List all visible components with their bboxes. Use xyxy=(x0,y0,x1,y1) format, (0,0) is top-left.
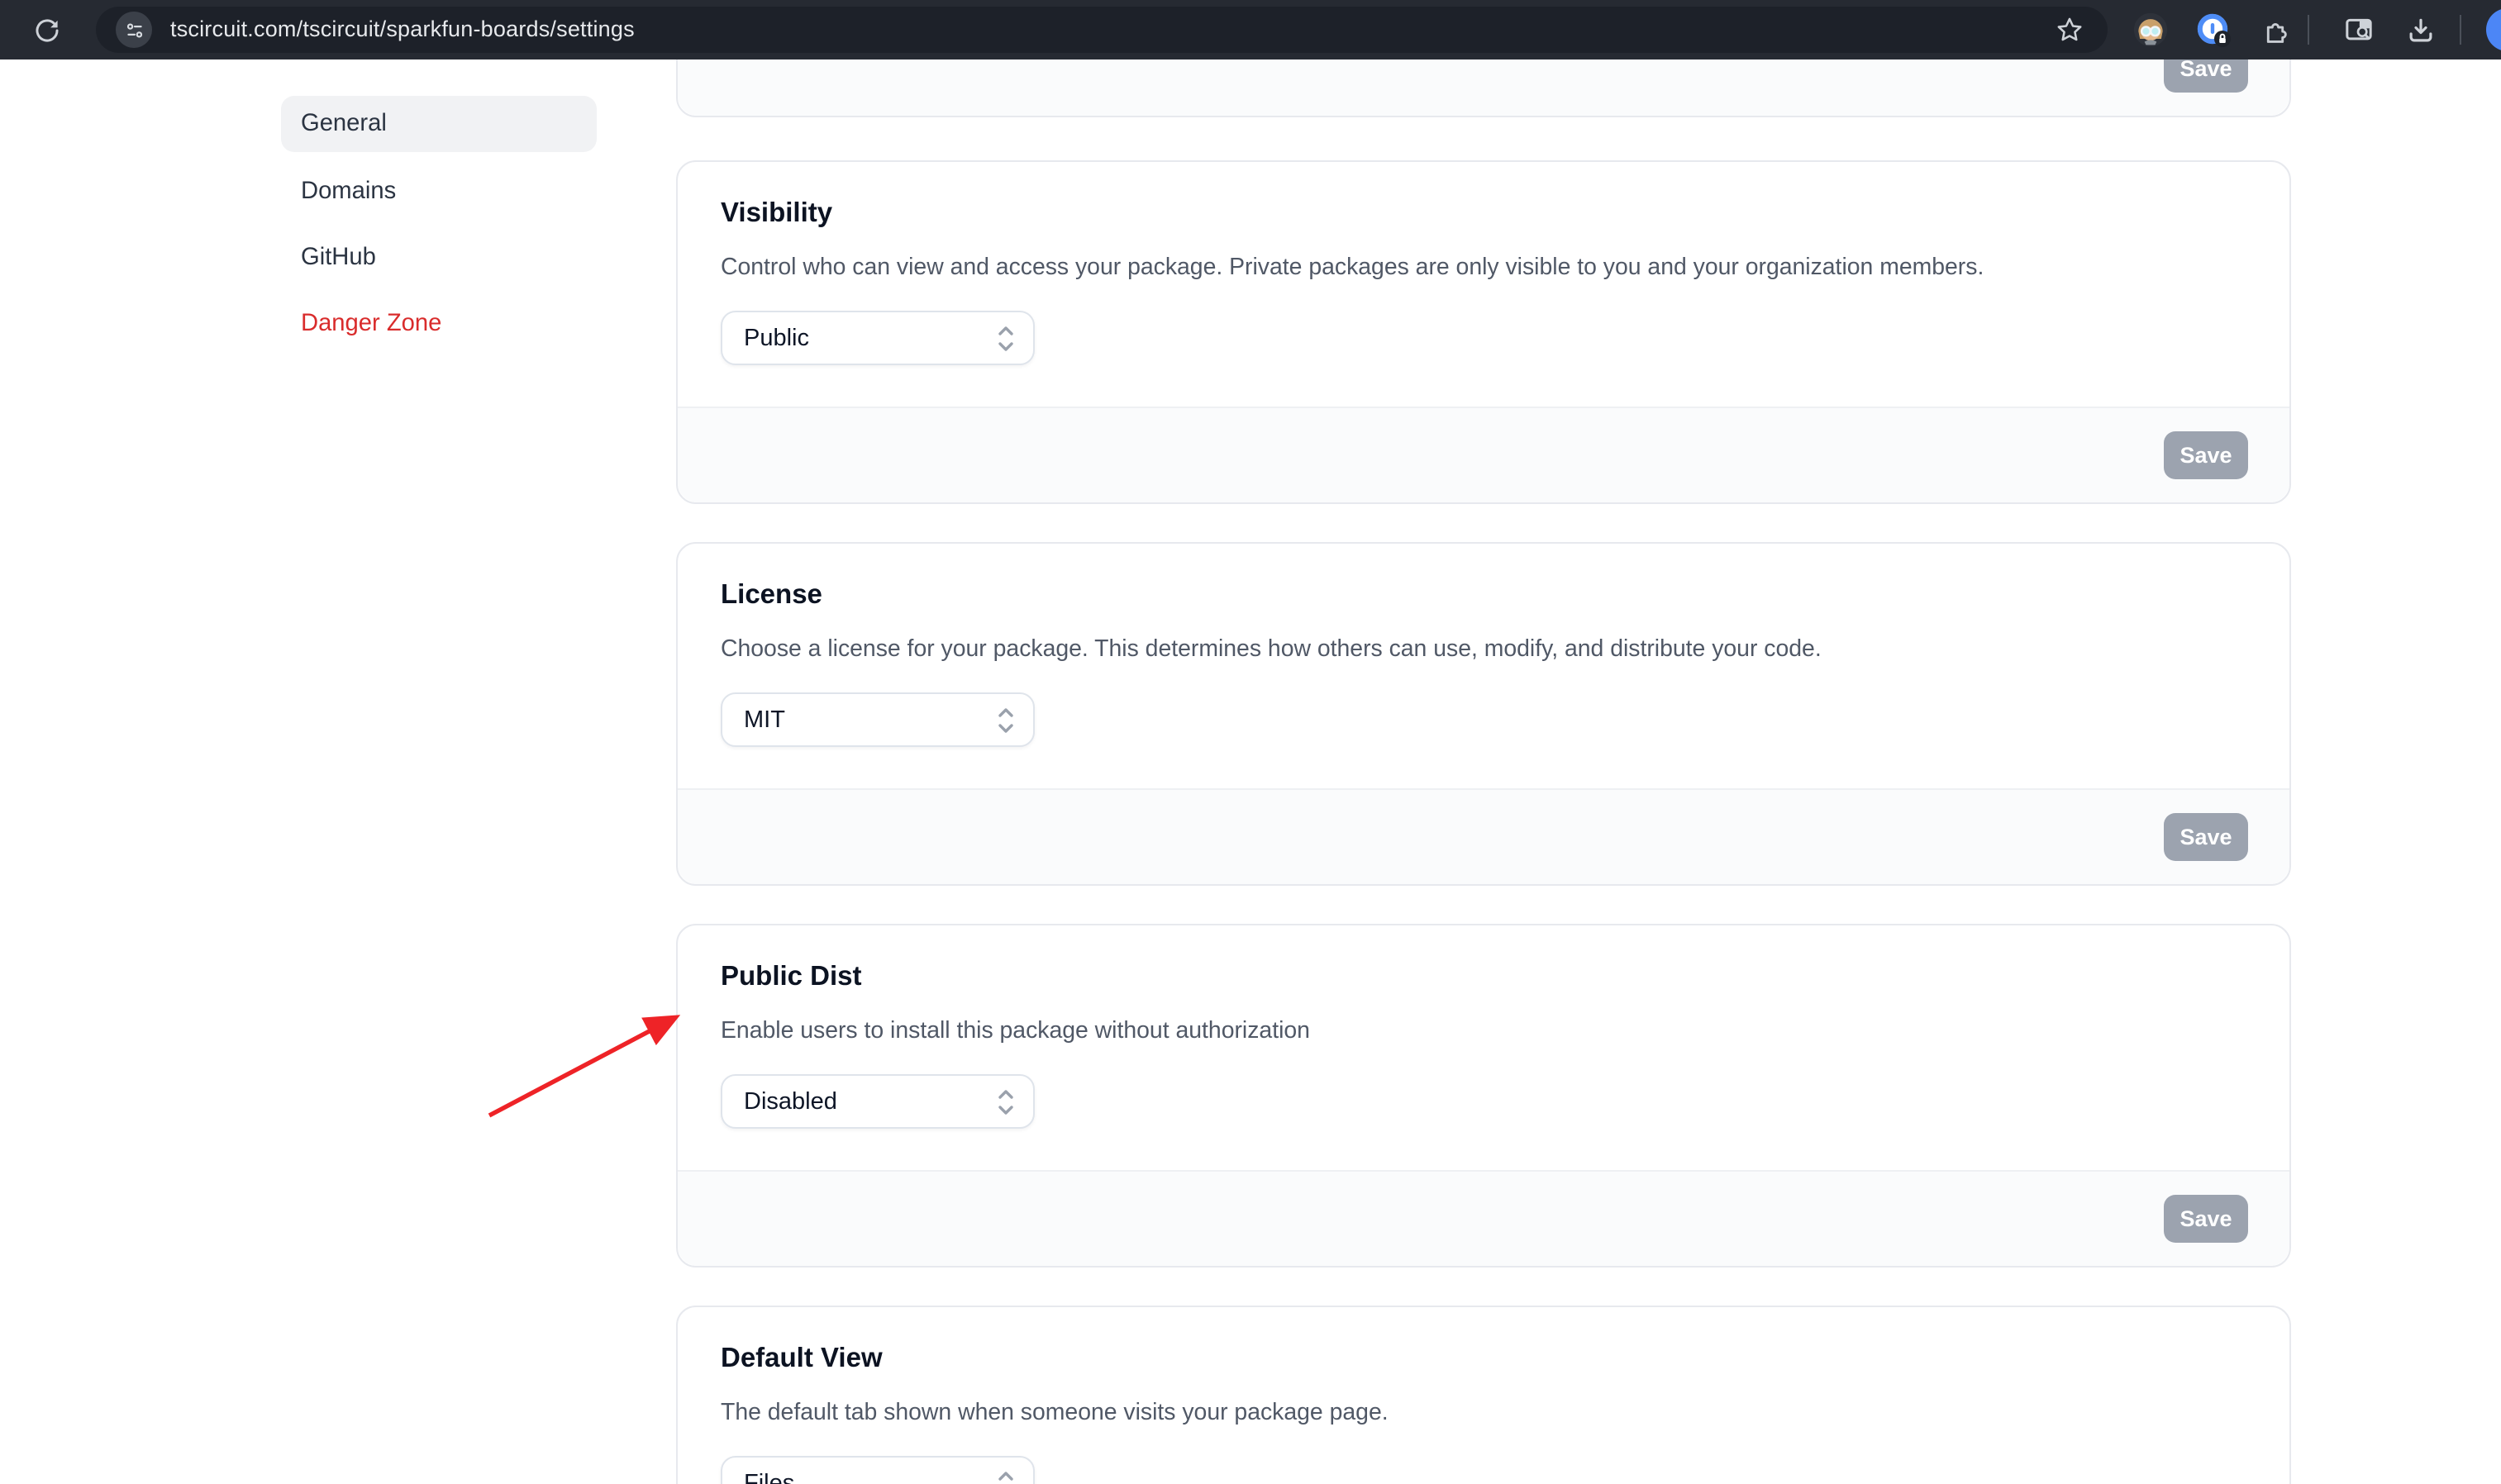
screen-search-icon xyxy=(2342,13,2375,46)
download-icon xyxy=(2404,14,2436,45)
sidebar-item-general[interactable]: General xyxy=(281,96,597,152)
sidebar-item-label: Danger Zone xyxy=(301,311,441,337)
chevrons-up-down-icon xyxy=(995,1084,1017,1120)
card-description: Choose a license for your package. This … xyxy=(721,636,1822,663)
select-value: Public xyxy=(744,325,809,351)
url-text[interactable]: tscircuit.com/tscircuit/sparkfun-boards/… xyxy=(170,7,635,53)
select-value: MIT xyxy=(744,706,785,733)
sidebar-item-label: General xyxy=(301,111,387,137)
browser-profile-avatar[interactable] xyxy=(2129,0,2172,59)
password-manager-button[interactable] xyxy=(2192,0,2235,59)
card-title: Visibility xyxy=(721,198,832,230)
license-select[interactable]: MIT xyxy=(721,692,1035,747)
save-button[interactable]: Save xyxy=(2164,1195,2248,1243)
tab-search-button[interactable] xyxy=(2337,0,2380,59)
card-description: Enable users to install this package wit… xyxy=(721,1018,1310,1044)
save-button[interactable]: Save xyxy=(2164,813,2248,861)
default-view-select[interactable]: Files xyxy=(721,1456,1035,1484)
address-bar[interactable]: tscircuit.com/tscircuit/sparkfun-boards/… xyxy=(96,7,2108,53)
card-license: License Choose a license for your packag… xyxy=(676,542,2291,886)
card-footer: Save xyxy=(678,788,2289,884)
browser-window: General Domains GitHub Danger Zone Save … xyxy=(0,0,2501,1484)
card-description: Control who can view and access your pac… xyxy=(721,254,1984,281)
extensions-puzzle-icon xyxy=(2259,14,2290,45)
public-dist-select[interactable]: Disabled xyxy=(721,1074,1035,1129)
card-footer: Save xyxy=(678,407,2289,502)
tune-icon xyxy=(123,19,145,40)
card-description: The default tab shown when someone visit… xyxy=(721,1400,1389,1426)
reload-button[interactable] xyxy=(23,0,69,59)
select-value: Disabled xyxy=(744,1088,837,1115)
annotation-arrow xyxy=(463,985,727,1142)
card-title: License xyxy=(721,580,822,611)
save-button[interactable]: Save xyxy=(2164,431,2248,479)
downloads-button[interactable] xyxy=(2399,0,2441,59)
sidebar-item-label: Domains xyxy=(301,178,396,205)
sidebar-item-github[interactable]: GitHub xyxy=(281,230,597,286)
card-title: Default View xyxy=(721,1344,883,1375)
sidebar-item-danger-zone[interactable]: Danger Zone xyxy=(281,296,597,352)
card-title: Public Dist xyxy=(721,962,862,993)
toolbar-separator xyxy=(2460,15,2461,45)
card-visibility: Visibility Control who can view and acce… xyxy=(676,160,2291,504)
site-settings-button[interactable] xyxy=(116,12,152,48)
profile-circle[interactable] xyxy=(2486,8,2501,51)
extensions-button[interactable] xyxy=(2253,0,2296,59)
reload-icon xyxy=(32,16,60,44)
card-default-view: Default View The default tab shown when … xyxy=(676,1306,2291,1484)
chevrons-up-down-icon xyxy=(995,1466,1017,1484)
card-footer: Save xyxy=(678,1170,2289,1266)
chevrons-up-down-icon xyxy=(995,321,1017,357)
chevrons-up-down-icon xyxy=(995,702,1017,739)
sidebar-item-label: GitHub xyxy=(301,245,376,271)
visibility-select[interactable]: Public xyxy=(721,311,1035,365)
sidebar-item-domains[interactable]: Domains xyxy=(281,164,597,220)
user-avatar xyxy=(2132,12,2169,48)
bookmark-star-button[interactable] xyxy=(2055,15,2084,53)
toolbar-separator xyxy=(2308,15,2309,45)
star-icon xyxy=(2055,15,2084,45)
onepassword-icon xyxy=(2194,10,2233,50)
browser-chrome: tscircuit.com/tscircuit/sparkfun-boards/… xyxy=(0,0,2501,59)
select-value: Files xyxy=(744,1470,794,1484)
card-public-dist: Public Dist Enable users to install this… xyxy=(676,924,2291,1268)
